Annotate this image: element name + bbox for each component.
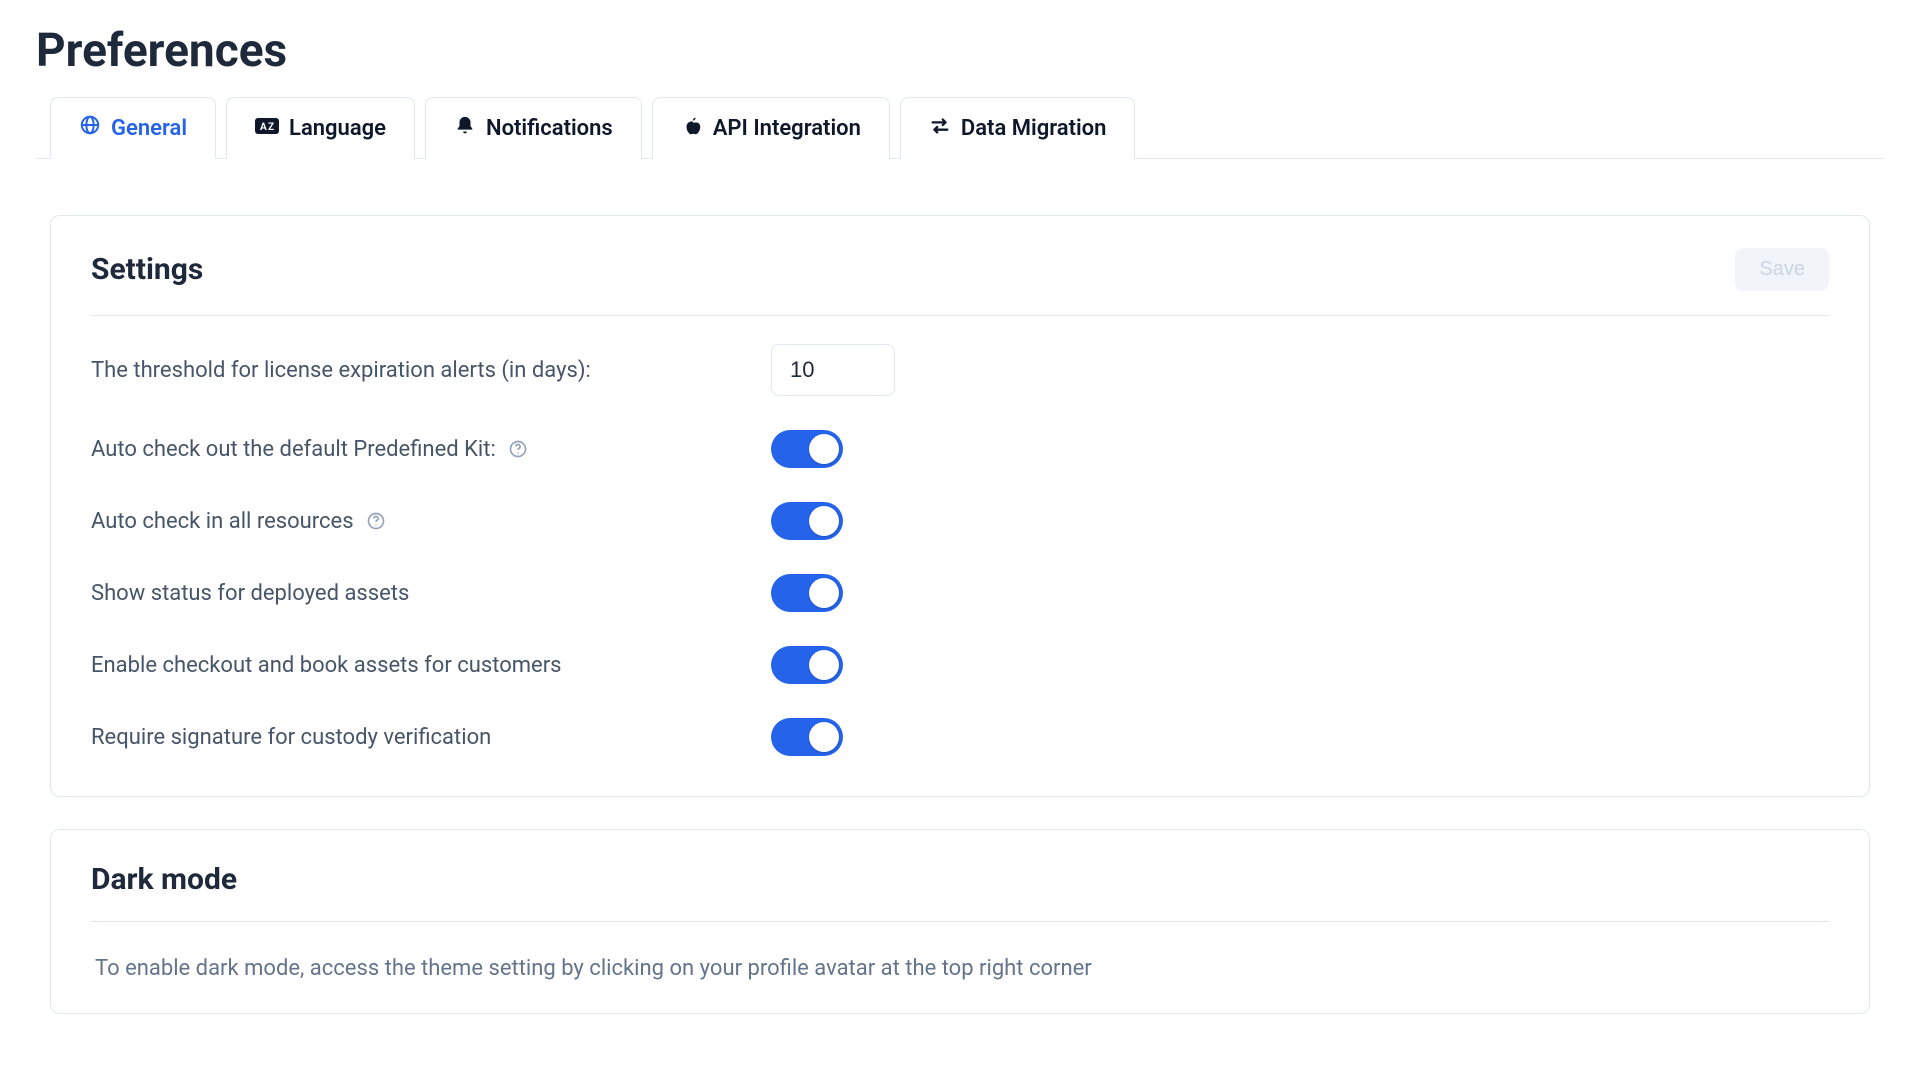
tab-label: Language [289, 116, 386, 141]
setting-row-signature: Require signature for custody verificati… [91, 718, 1829, 756]
tab-data-migration[interactable]: Data Migration [900, 97, 1136, 159]
setting-label: Require signature for custody verificati… [91, 725, 771, 750]
threshold-label-text: The threshold for license expiration ale… [91, 358, 591, 383]
auto-checkout-label-text: Auto check out the default Predefined Ki… [91, 437, 496, 462]
settings-card-header: Settings Save [91, 248, 1829, 316]
preferences-tabs: General A Z Language Notifications [36, 96, 1884, 159]
deployed-status-label-text: Show status for deployed assets [91, 581, 409, 606]
tab-api-integration[interactable]: API Integration [652, 97, 890, 159]
setting-row-deployed-status: Show status for deployed assets [91, 574, 1829, 612]
bell-icon [454, 115, 476, 143]
auto-checkout-toggle[interactable] [771, 430, 843, 468]
tab-label: Data Migration [961, 116, 1107, 141]
darkmode-card-header: Dark mode [91, 862, 1829, 922]
globe-icon [79, 114, 101, 142]
tab-label: Notifications [486, 116, 613, 141]
page-title: Preferences [36, 24, 1884, 78]
setting-label: The threshold for license expiration ale… [91, 358, 771, 383]
setting-label: Auto check in all resources [91, 509, 771, 534]
threshold-input[interactable] [771, 344, 895, 396]
setting-row-customer-checkout: Enable checkout and book assets for cust… [91, 646, 1829, 684]
setting-label: Auto check out the default Predefined Ki… [91, 437, 771, 462]
help-icon[interactable] [508, 439, 528, 459]
help-icon[interactable] [366, 511, 386, 531]
svg-text:A: A [260, 122, 267, 133]
customer-checkout-toggle[interactable] [771, 646, 843, 684]
swap-arrows-icon [929, 115, 951, 143]
setting-row-auto-checkin: Auto check in all resources [91, 502, 1829, 540]
setting-row-threshold: The threshold for license expiration ale… [91, 344, 1829, 396]
apple-icon [681, 115, 703, 143]
customer-checkout-label-text: Enable checkout and book assets for cust… [91, 653, 562, 678]
setting-label: Enable checkout and book assets for cust… [91, 653, 771, 678]
darkmode-card: Dark mode To enable dark mode, access th… [50, 829, 1870, 1014]
darkmode-description: To enable dark mode, access the theme se… [91, 950, 1829, 985]
tab-language[interactable]: A Z Language [226, 97, 415, 159]
language-icon: A Z [255, 116, 279, 142]
auto-checkin-label-text: Auto check in all resources [91, 509, 354, 534]
settings-card: Settings Save The threshold for license … [50, 215, 1870, 797]
signature-label-text: Require signature for custody verificati… [91, 725, 491, 750]
auto-checkin-toggle[interactable] [771, 502, 843, 540]
signature-toggle[interactable] [771, 718, 843, 756]
setting-row-auto-checkout: Auto check out the default Predefined Ki… [91, 430, 1829, 468]
darkmode-card-title: Dark mode [91, 862, 237, 897]
save-button[interactable]: Save [1735, 248, 1829, 291]
settings-card-title: Settings [91, 252, 203, 287]
deployed-status-toggle[interactable] [771, 574, 843, 612]
tab-label: General [111, 116, 187, 141]
tab-notifications[interactable]: Notifications [425, 97, 642, 159]
setting-label: Show status for deployed assets [91, 581, 771, 606]
svg-text:Z: Z [268, 122, 274, 133]
tab-label: API Integration [713, 116, 861, 141]
tab-general[interactable]: General [50, 97, 216, 159]
